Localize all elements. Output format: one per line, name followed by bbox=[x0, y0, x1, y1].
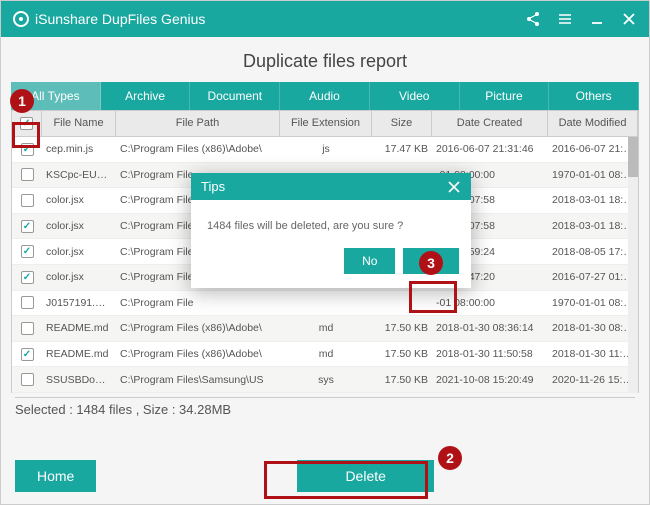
tab-picture[interactable]: Picture bbox=[460, 82, 550, 110]
cell-filename: SSUSBDownlo bbox=[42, 374, 116, 386]
row-checkbox[interactable] bbox=[12, 143, 42, 156]
cell-modified: 2018-08-05 17:59:2 bbox=[548, 246, 638, 258]
cell-extension: md bbox=[280, 322, 372, 334]
tab-others[interactable]: Others bbox=[549, 82, 639, 110]
cell-extension: md bbox=[280, 348, 372, 360]
table-row[interactable]: README.mdC:\Program Files (x86)\Adobe\md… bbox=[12, 342, 638, 368]
cell-created: -01 08:00:00 bbox=[432, 297, 548, 309]
scrollbar[interactable] bbox=[628, 137, 638, 393]
cell-filename: README.md bbox=[42, 322, 116, 334]
cell-size: 17.47 KB bbox=[372, 143, 432, 155]
share-icon[interactable] bbox=[525, 11, 541, 27]
cell-filename: color.jsx bbox=[42, 246, 116, 258]
cell-created: 2021-10-08 15:20:49 bbox=[432, 374, 548, 386]
dialog-no-button[interactable]: No bbox=[344, 248, 395, 274]
table-row[interactable]: J0157191.wmfC:\Program File -01 08:00:001… bbox=[12, 291, 638, 317]
app-logo-icon bbox=[13, 11, 29, 27]
dialog-header: Tips bbox=[191, 173, 471, 200]
tab-archive[interactable]: Archive bbox=[101, 82, 191, 110]
header-extension[interactable]: File Extension bbox=[280, 111, 372, 136]
close-icon[interactable] bbox=[621, 11, 637, 27]
app-title: iSunshare DupFiles Genius bbox=[35, 11, 205, 27]
cell-extension: js bbox=[280, 143, 372, 155]
menu-icon[interactable] bbox=[557, 11, 573, 27]
cell-filepath: C:\Program File bbox=[116, 297, 280, 309]
cell-filename: README.md bbox=[42, 348, 116, 360]
cell-created: 2018-01-30 11:50:58 bbox=[432, 348, 548, 360]
cell-filename: J0157191.wmf bbox=[42, 297, 116, 309]
tab-video[interactable]: Video bbox=[370, 82, 460, 110]
row-checkbox[interactable] bbox=[12, 348, 42, 361]
selection-summary: Selected : 1484 files , Size : 34.28MB bbox=[15, 397, 635, 417]
scrollbar-thumb[interactable] bbox=[628, 137, 638, 177]
cell-filename: color.jsx bbox=[42, 220, 116, 232]
cell-modified: 2020-11-26 15:11:0 bbox=[548, 374, 638, 386]
home-button[interactable]: Home bbox=[15, 460, 96, 492]
row-checkbox[interactable] bbox=[12, 373, 42, 386]
row-checkbox[interactable] bbox=[12, 220, 42, 233]
header-filepath[interactable]: File Path bbox=[116, 111, 280, 136]
cell-filepath: C:\Program Files (x86)\Adobe\ bbox=[116, 322, 280, 334]
table-header: File Name File Path File Extension Size … bbox=[11, 110, 639, 137]
dialog-close-icon[interactable] bbox=[447, 180, 461, 194]
cell-modified: 2016-06-07 21:31:4 bbox=[548, 143, 638, 155]
table-row[interactable]: cep.min.jsC:\Program Files (x86)\Adobe\j… bbox=[12, 137, 638, 163]
cell-filepath: C:\Program Files\Samsung\US bbox=[116, 374, 280, 386]
row-checkbox[interactable] bbox=[12, 296, 42, 309]
titlebar: iSunshare DupFiles Genius bbox=[1, 1, 649, 37]
cell-filepath: C:\Program Files (x86)\Adobe\ bbox=[116, 143, 280, 155]
dialog-title: Tips bbox=[201, 179, 225, 194]
cell-filepath: C:\Program Files (x86)\Adobe\ bbox=[116, 348, 280, 360]
row-checkbox[interactable] bbox=[12, 322, 42, 335]
row-checkbox[interactable] bbox=[12, 168, 42, 181]
annotation-3: 3 bbox=[419, 251, 443, 275]
tab-document[interactable]: Document bbox=[190, 82, 280, 110]
header-filename[interactable]: File Name bbox=[42, 111, 116, 136]
cell-modified: 2018-01-30 11:50:5 bbox=[548, 348, 638, 360]
table-row[interactable]: README.mdC:\Program Files (x86)\Adobe\md… bbox=[12, 316, 638, 342]
cell-extension: sys bbox=[280, 374, 372, 386]
cell-modified: 2018-01-30 08:36:1 bbox=[548, 322, 638, 334]
row-checkbox[interactable] bbox=[12, 194, 42, 207]
cell-created: 2018-01-30 08:36:14 bbox=[432, 322, 548, 334]
cell-size: 17.50 KB bbox=[372, 322, 432, 334]
minimize-icon[interactable] bbox=[589, 11, 605, 27]
bottom-buttons: Home Delete bbox=[1, 460, 649, 492]
header-checkbox[interactable] bbox=[12, 111, 42, 136]
page-title: Duplicate files report bbox=[1, 37, 649, 82]
row-checkbox[interactable] bbox=[12, 245, 42, 258]
cell-size: 17.50 KB bbox=[372, 348, 432, 360]
delete-button[interactable]: Delete bbox=[297, 460, 433, 492]
annotation-2: 2 bbox=[438, 446, 462, 470]
table-row[interactable]: SSUSBDownloC:\Program Files\Samsung\USsy… bbox=[12, 367, 638, 393]
cell-filename: cep.min.js bbox=[42, 143, 116, 155]
header-created[interactable]: Date Created bbox=[432, 111, 548, 136]
header-modified[interactable]: Date Modified bbox=[548, 111, 638, 136]
cell-modified: 2018-03-01 18:07:5 bbox=[548, 220, 638, 232]
cell-size: 17.50 KB bbox=[372, 374, 432, 386]
tab-audio[interactable]: Audio bbox=[280, 82, 370, 110]
cell-modified: 1970-01-01 08:00:0 bbox=[548, 169, 638, 181]
cell-modified: 1970-01-01 08:00:0 bbox=[548, 297, 638, 309]
cell-filename: KSCpc-EUC-U bbox=[42, 169, 116, 181]
annotation-1: 1 bbox=[10, 89, 34, 113]
titlebar-controls bbox=[525, 11, 637, 27]
header-size[interactable]: Size bbox=[372, 111, 432, 136]
cell-filename: color.jsx bbox=[42, 271, 116, 283]
cell-created: 2016-06-07 21:31:46 bbox=[432, 143, 548, 155]
cell-filename: color.jsx bbox=[42, 194, 116, 206]
cell-modified: 2018-03-01 18:07:5 bbox=[548, 194, 638, 206]
app-title-area: iSunshare DupFiles Genius bbox=[13, 11, 205, 27]
cell-modified: 2016-07-27 01:47:2 bbox=[548, 271, 638, 283]
row-checkbox[interactable] bbox=[12, 271, 42, 284]
dialog-message: 1484 files will be deleted, are you sure… bbox=[191, 200, 471, 248]
filter-tabs: All Types Archive Document Audio Video P… bbox=[11, 82, 639, 110]
